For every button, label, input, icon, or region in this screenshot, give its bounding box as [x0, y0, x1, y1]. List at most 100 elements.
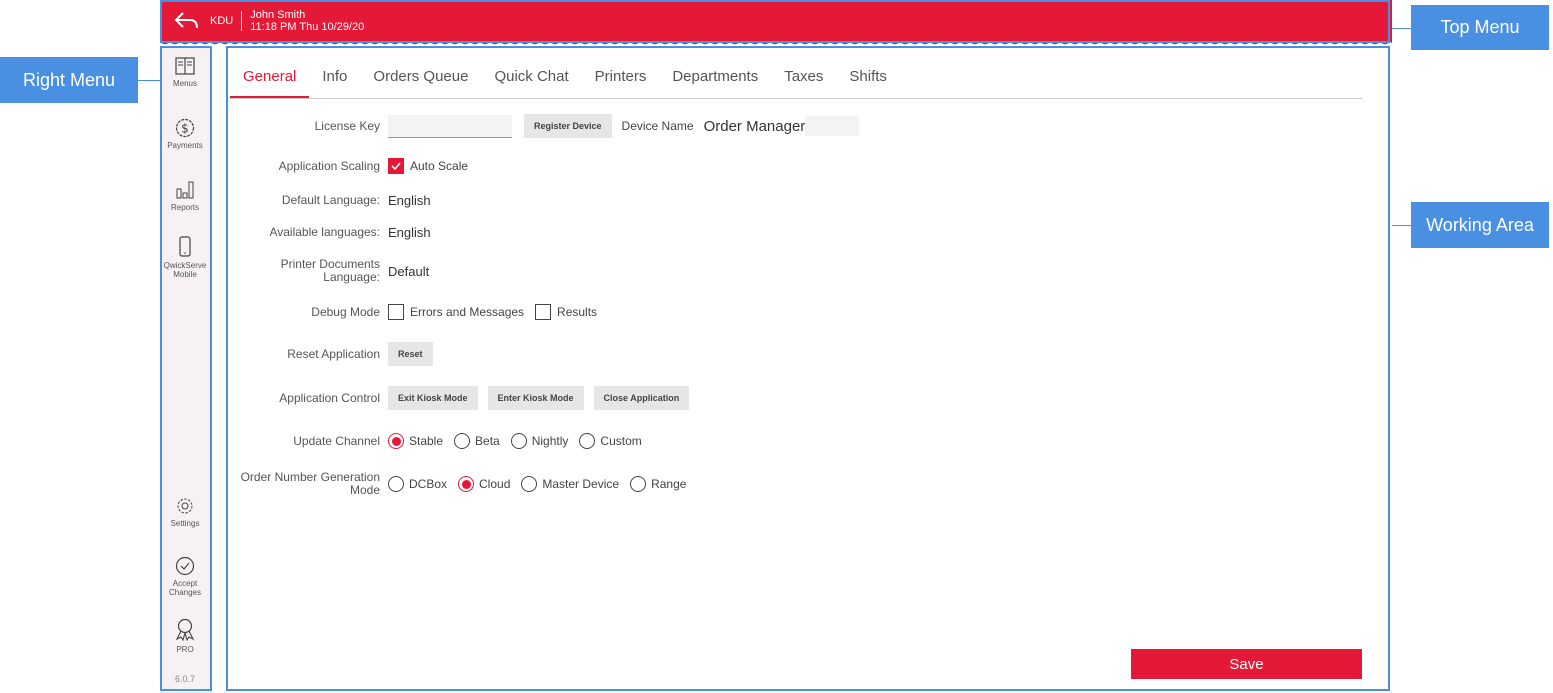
- option-label: Master Device: [542, 477, 620, 491]
- radio-button[interactable]: [388, 433, 404, 449]
- top-menu: KDU John Smith 11:18 PM Thu 10/29/20: [160, 0, 1392, 42]
- app-control-row: Application Control Exit Kiosk Mode Ente…: [230, 386, 699, 410]
- order-number-row: Order Number Generation Mode DCBox Cloud…: [230, 471, 697, 497]
- reset-row: Reset Application Reset: [230, 342, 443, 366]
- printer-docs-value[interactable]: Default: [388, 264, 429, 279]
- default-language-value[interactable]: English: [388, 193, 431, 208]
- sidebar-item-label: Reports: [170, 203, 199, 212]
- sidebar-item-label: Accept Changes: [168, 579, 202, 597]
- order-number-cloud[interactable]: Cloud: [458, 476, 510, 492]
- sidebar-item-accept-changes[interactable]: Accept Changes: [160, 556, 210, 597]
- exit-kiosk-button[interactable]: Exit Kiosk Mode: [388, 386, 478, 410]
- tab-orders-queue[interactable]: Orders Queue: [360, 62, 481, 98]
- device-name-label: Device Name: [621, 119, 694, 133]
- tab-taxes[interactable]: Taxes: [771, 62, 836, 98]
- sidebar-item-label: PRO: [176, 645, 194, 654]
- right-menu-callout: Right Menu: [0, 57, 138, 103]
- user-name: John Smith: [250, 9, 306, 21]
- working-area-callout: Working Area: [1411, 202, 1549, 248]
- option-label: Custom: [600, 434, 642, 448]
- radio-button[interactable]: [510, 433, 527, 449]
- sidebar-item-menus[interactable]: Menus: [160, 56, 210, 88]
- right-menu-callout-line: [138, 80, 160, 81]
- reset-label: Reset Application: [287, 346, 380, 361]
- close-application-button[interactable]: Close Application: [593, 386, 690, 410]
- app-scaling-row: Application Scaling Auto Scale: [230, 158, 468, 174]
- update-channel-beta[interactable]: Beta: [454, 433, 500, 449]
- tab-quick-chat[interactable]: Quick Chat: [481, 62, 581, 98]
- option-label: Beta: [475, 434, 500, 448]
- app-scaling-label: Application Scaling: [278, 158, 380, 173]
- option-label: Cloud: [479, 477, 511, 491]
- app-window: KDU John Smith 11:18 PM Thu 10/29/20 Men…: [160, 0, 1392, 693]
- available-languages-label: Available languages:: [269, 225, 380, 239]
- working-area: General Info Orders Queue Quick Chat Pri…: [230, 48, 1392, 693]
- option-label: Nightly: [531, 434, 569, 448]
- sidebar-item-pro[interactable]: PRO: [160, 618, 210, 654]
- update-channel-row: Update Channel Stable Beta Nightly Custo…: [230, 433, 653, 449]
- order-number-master-device[interactable]: Master Device: [521, 476, 619, 492]
- order-number-dcbox[interactable]: DCBox: [388, 476, 447, 492]
- topbar-wave-border: [160, 40, 1392, 48]
- back-arrow-icon[interactable]: [174, 10, 200, 32]
- radio-button[interactable]: [579, 433, 596, 449]
- register-device-button[interactable]: Register Device: [524, 114, 612, 138]
- default-language-row: Default Language: English: [230, 193, 431, 208]
- tab-general[interactable]: General: [230, 62, 310, 98]
- available-languages-value[interactable]: English: [388, 225, 431, 240]
- gear-icon: [177, 498, 193, 514]
- radio-button[interactable]: [454, 433, 471, 449]
- radio-button[interactable]: [388, 476, 404, 492]
- debug-results-checkbox[interactable]: [535, 304, 552, 320]
- update-channel-custom[interactable]: Custom: [579, 433, 642, 449]
- datetime: 11:18 PM Thu 10/29/20: [250, 21, 365, 33]
- license-key-row: License Key Register Device Device Name …: [230, 114, 860, 138]
- auto-scale-checkbox[interactable]: [388, 158, 404, 174]
- debug-mode-label: Debug Mode: [311, 304, 380, 319]
- debug-errors-label: Errors and Messages: [410, 305, 525, 319]
- radio-button[interactable]: [458, 476, 475, 492]
- option-label: Stable: [409, 434, 444, 448]
- check-circle-icon: [175, 556, 195, 576]
- tab-shifts[interactable]: Shifts: [836, 62, 900, 98]
- top-menu-callout-line: [1390, 28, 1411, 29]
- tab-departments[interactable]: Departments: [659, 62, 771, 98]
- option-label: Range: [651, 477, 687, 491]
- license-key-label: License Key: [314, 118, 380, 133]
- sidebar-item-payments[interactable]: $ Payments: [160, 118, 210, 150]
- save-button[interactable]: Save: [1131, 649, 1362, 679]
- sidebar-item-reports[interactable]: Reports: [160, 180, 210, 212]
- update-channel-nightly[interactable]: Nightly: [510, 433, 569, 449]
- debug-results-label: Results: [557, 305, 598, 319]
- bar-chart-icon: [176, 181, 194, 199]
- device-name-field-blur: [805, 116, 860, 136]
- device-name-value[interactable]: Order Manager: [704, 118, 806, 135]
- tab-printers[interactable]: Printers: [582, 62, 660, 98]
- option-label: DCBox: [409, 477, 448, 491]
- phone-icon: [179, 236, 191, 257]
- auto-scale-label: Auto Scale: [410, 159, 469, 173]
- tab-info[interactable]: Info: [309, 62, 360, 98]
- sidebar-item-settings[interactable]: Settings: [160, 496, 210, 528]
- radio-button[interactable]: [521, 476, 538, 492]
- svg-text:$: $: [181, 122, 189, 136]
- sidebar-item-qwickserve-mobile[interactable]: QwickServe Mobile: [160, 236, 210, 279]
- debug-errors-option[interactable]: Errors and Messages: [388, 304, 524, 320]
- license-key-input[interactable]: [388, 114, 512, 138]
- order-number-range[interactable]: Range: [630, 476, 686, 492]
- debug-errors-checkbox[interactable]: [388, 304, 404, 320]
- reset-button[interactable]: Reset: [388, 342, 433, 366]
- tab-bar: General Info Orders Queue Quick Chat Pri…: [230, 62, 1362, 99]
- order-number-label: Order Number Generation Mode: [240, 470, 380, 497]
- sidebar-item-label: Payments: [167, 141, 203, 150]
- badge-icon: [175, 618, 195, 642]
- sidebar-item-label: Settings: [170, 519, 200, 528]
- dollar-icon: $: [175, 118, 195, 138]
- printer-docs-label: Printer Documents Language:: [280, 257, 380, 284]
- debug-results-option[interactable]: Results: [535, 304, 597, 320]
- right-menu: Menus $ Payments Reports QwickServe Mobi…: [160, 48, 211, 693]
- enter-kiosk-button[interactable]: Enter Kiosk Mode: [487, 386, 584, 410]
- checkmark-icon: [391, 162, 401, 171]
- update-channel-stable[interactable]: Stable: [388, 433, 443, 449]
- radio-button[interactable]: [630, 476, 647, 492]
